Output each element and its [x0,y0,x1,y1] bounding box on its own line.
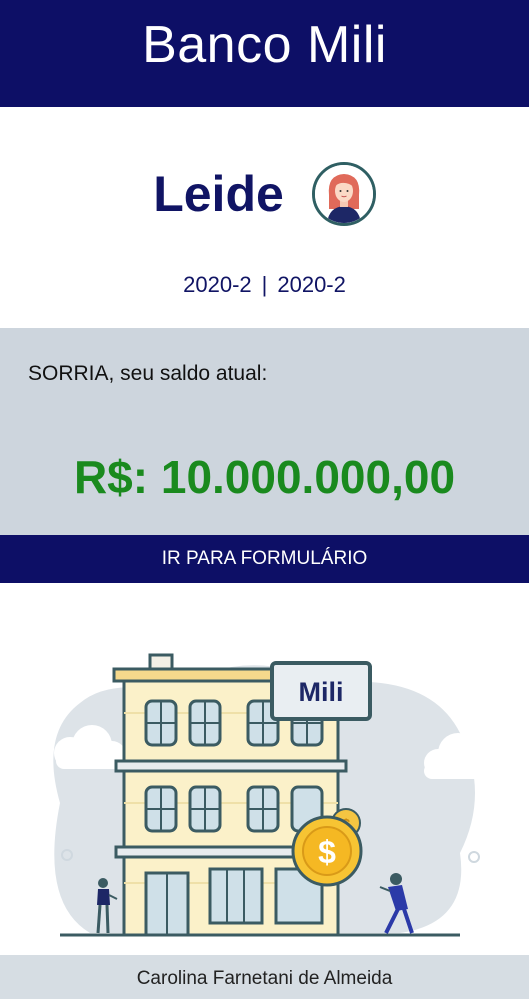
balance-value: R$: 10.000.000,00 [73,451,456,503]
period-end: 2020-2 [277,272,346,297]
balance-section: SORRIA, seu saldo atual: R$: 10.000.000,… [0,328,529,535]
profile-section: Leide 2020-2 | 2020-2 [0,107,529,328]
bank-building-illustration: Mili $ $ [0,583,529,955]
footer: Carolina Farnetani de Almeida [0,955,529,999]
app-title: Banco Mili [142,15,387,74]
user-name: Leide [153,166,284,222]
balance-label: SORRIA, seu saldo atual: [28,362,268,385]
period-range: 2020-2 | 2020-2 [0,272,529,298]
footer-author: Carolina Farnetani de Almeida [136,968,393,989]
bank-sign-text: Mili [299,677,344,707]
period-start: 2020-2 [183,272,252,297]
app-header: Banco Mili [0,0,529,107]
woman-avatar-icon [311,162,376,226]
go-to-form-button[interactable]: IR PARA FORMULÁRIO [0,535,529,583]
period-separator: | [261,272,268,297]
coin-symbol: $ [318,834,336,870]
profile-row: Leide [0,162,529,226]
